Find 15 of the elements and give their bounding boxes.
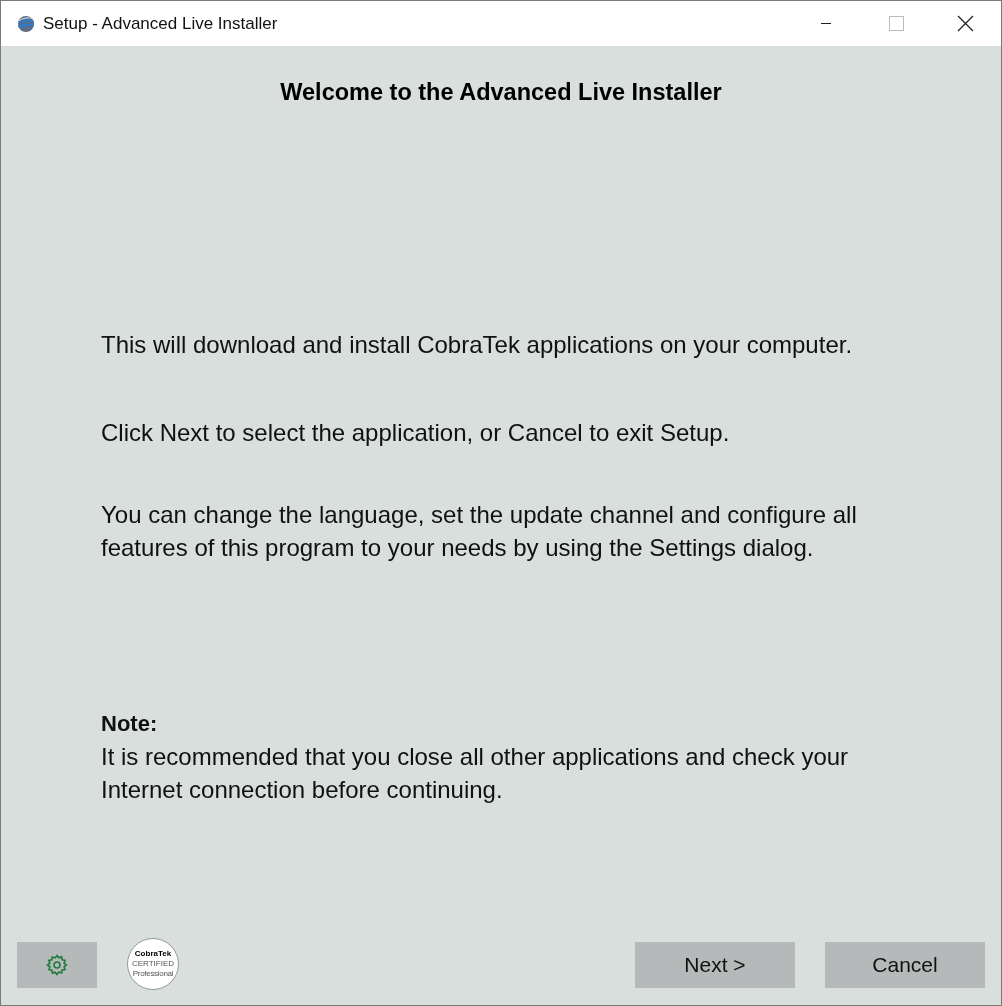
badge-level: Professional [132,970,174,978]
paragraph: Click Next to select the application, or Cancel to exit Setup. [101,418,731,448]
paragraph: This will download and install CobraTek applications on your computer. [101,330,854,360]
next-button[interactable]: Next > [635,942,795,988]
settings-button[interactable] [17,942,97,988]
globe-icon [16,13,36,34]
settings-icon [45,953,69,977]
cancel-button[interactable]: Cancel [825,942,985,988]
welcome-heading: Welcome to the Advanced Live Installer [279,78,723,106]
window-title: Setup - Advanced Live Installer [43,12,278,35]
badge-brand: CobraTek [134,950,172,958]
note-title: Note: [101,710,159,738]
note-text: It is recommended that you close all other applications and check your Internet connection before continuing. [101,742,850,805]
badge-certified: CERTIFIED [131,960,175,968]
paragraph: You can change the language, set the update channel and configure all features of this program to your needs by using the Settings dialog. [101,500,858,563]
